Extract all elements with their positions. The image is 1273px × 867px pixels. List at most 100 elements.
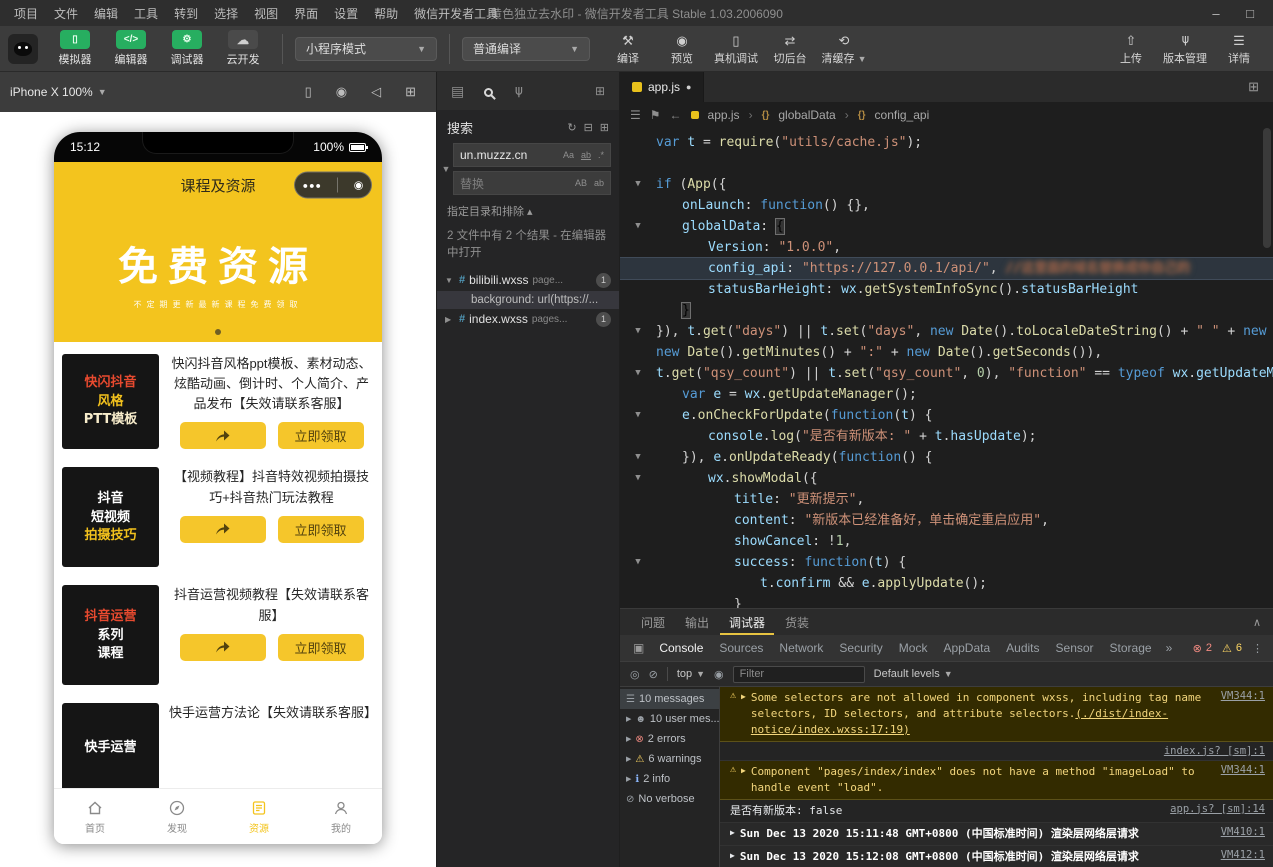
devtools-tab-storage[interactable]: Storage: [1102, 635, 1160, 661]
search-dirs-toggle[interactable]: 指定目录和排除 ▴: [437, 195, 619, 221]
fold-arrow-icon[interactable]: ▼: [620, 405, 656, 426]
code-line[interactable]: console.log("是否有新版本: " + t.hasUpdate);: [620, 426, 1273, 447]
switch-background-button[interactable]: ⇄ 切后台: [764, 32, 816, 66]
tab-discover[interactable]: 发现: [136, 789, 218, 844]
collapse-all-icon[interactable]: ⊟: [584, 121, 593, 134]
search-icon[interactable]: [484, 83, 494, 99]
record-icon[interactable]: ◎: [630, 668, 640, 681]
breadcrumb-file[interactable]: app.js: [708, 108, 740, 122]
debugger-button[interactable]: ⚙ 调试器: [160, 30, 214, 67]
menu-item[interactable]: 编辑: [86, 5, 126, 22]
code-line[interactable]: Version: "1.0.0",: [620, 237, 1273, 258]
chevron-down-icon[interactable]: ▼: [445, 276, 455, 285]
capsule-more-button[interactable]: ●●●: [303, 180, 322, 190]
rotate-device-icon[interactable]: ▯: [305, 84, 312, 100]
panel-tab-debugger[interactable]: 调试器: [720, 609, 774, 635]
source-link[interactable]: VM344:1: [1213, 764, 1265, 776]
menu-item[interactable]: 设置: [326, 5, 366, 22]
replace-input[interactable]: 替换 AB ab: [453, 171, 611, 195]
tab-profile[interactable]: 我的: [300, 789, 382, 844]
code-line[interactable]: ▼ e.onCheckForUpdate(function(t) {: [620, 405, 1273, 426]
code-line[interactable]: content: "新版本已经准备好，单击确定重启应用",: [620, 510, 1273, 531]
expander-icon[interactable]: ▶: [741, 690, 746, 701]
compile-button[interactable]: ⚒ 编译: [602, 32, 654, 66]
fold-arrow-icon[interactable]: ▼: [620, 174, 656, 195]
source-link[interactable]: app.js? [sm]:14: [1162, 803, 1265, 815]
code-line[interactable]: ▼}), t.get("days") || t.set("days", new …: [620, 321, 1273, 342]
preview-button[interactable]: ◉ 预览: [656, 32, 708, 66]
code-line[interactable]: ▼ t.get("qsy_count") || t.set("qsy_count"…: [620, 363, 1273, 384]
code-line[interactable]: config_api: "https://127.0.0.1/api/", //…: [620, 257, 1273, 280]
fold-arrow-icon[interactable]: ▼: [620, 321, 656, 342]
source-link[interactable]: index.js? [sm]:1: [1156, 745, 1265, 757]
fold-arrow-icon[interactable]: ▼: [620, 552, 656, 573]
preserve-case-icon[interactable]: AB: [573, 177, 589, 189]
share-button[interactable]: [179, 422, 266, 450]
sound-icon[interactable]: ◁: [371, 84, 381, 100]
editor-button[interactable]: </> 编辑器: [104, 30, 158, 67]
code-line[interactable]: showCancel: !1,: [620, 531, 1273, 552]
menu-item[interactable]: 视图: [246, 5, 286, 22]
menu-item[interactable]: 选择: [206, 5, 246, 22]
code-line[interactable]: }: [620, 594, 1273, 608]
code-editor[interactable]: var t = require("utils/cache.js"); ▼ if (A…: [620, 128, 1273, 608]
menu-item[interactable]: 转到: [166, 5, 206, 22]
console-warning[interactable]: ⚠ ▶ Component "pages/index/index" does n…: [720, 760, 1273, 800]
console-filter-user[interactable]: ▶ ☻ 10 user mes...: [620, 709, 719, 729]
outline-icon[interactable]: ☰: [630, 108, 641, 122]
expander-icon[interactable]: ▶: [730, 849, 735, 860]
split-editor-icon[interactable]: ⊞: [1234, 72, 1273, 102]
code-line[interactable]: statusBarHeight: wx.getSystemInfoSync().…: [620, 279, 1273, 300]
menu-item[interactable]: 项目: [6, 5, 46, 22]
tab-resources[interactable]: 资源: [218, 789, 300, 844]
console-filter-error[interactable]: ▶ ⊗ 2 errors: [620, 729, 719, 749]
code-line[interactable]: var e = wx.getUpdateManager();: [620, 384, 1273, 405]
course-card[interactable]: 快闪抖音 风格 PTT模板 快闪抖音风格ppt模板、素材动态、炫酷动画、倒计时、个人…: [62, 354, 374, 450]
code-line[interactable]: t.confirm && e.applyUpdate();: [620, 573, 1273, 594]
compile-mode-select[interactable]: 普通编译 ▼: [462, 36, 590, 61]
more-tabs-icon[interactable]: »: [1160, 641, 1179, 655]
share-button[interactable]: [179, 515, 266, 543]
panel-toggle-icon[interactable]: ⊞: [595, 84, 605, 98]
filter-input[interactable]: Filter: [732, 665, 865, 683]
clear-console-icon[interactable]: ⊘: [649, 668, 658, 681]
breadcrumb-symbol[interactable]: globalData: [778, 108, 835, 122]
code-line[interactable]: [620, 153, 1273, 174]
whole-word-icon[interactable]: ab: [579, 149, 593, 161]
console-filter-messages[interactable]: ☰ 10 messages: [620, 689, 719, 709]
console-log[interactable]: 是否有新版本: false app.js? [sm]:14: [720, 800, 1273, 823]
claim-button[interactable]: 立即领取: [277, 422, 364, 450]
code-line[interactable]: ▼ if (App({: [620, 174, 1273, 195]
menu-item[interactable]: 界面: [286, 5, 326, 22]
inspect-icon[interactable]: ▣: [626, 641, 651, 655]
panel-tab-output[interactable]: 输出: [676, 609, 718, 635]
expander-icon[interactable]: ▶: [626, 755, 631, 763]
collapse-panel-icon[interactable]: ∧: [1253, 616, 1261, 629]
log-levels-select[interactable]: Default levels ▼: [874, 668, 953, 680]
chevron-right-icon[interactable]: ▶: [445, 315, 455, 324]
course-card[interactable]: 快手运营 快手运营方法论【失效请联系客服】: [62, 703, 377, 792]
share-button[interactable]: [179, 633, 266, 661]
devtools-tab-sensor[interactable]: Sensor: [1048, 635, 1102, 661]
fold-arrow-icon[interactable]: ▼: [620, 363, 656, 384]
code-line[interactable]: }: [620, 300, 1273, 321]
fold-arrow-icon[interactable]: ▼: [620, 468, 656, 489]
code-line[interactable]: onLaunch: function() {},: [620, 195, 1273, 216]
search-match-line[interactable]: background: url(https://...: [437, 290, 619, 309]
match-case-icon[interactable]: Aa: [561, 149, 576, 161]
device-select[interactable]: iPhone X 100% ▼: [10, 85, 107, 99]
devtools-menu-icon[interactable]: ⋮: [1246, 642, 1263, 655]
course-card[interactable]: 抖音 短视频 拍摄技巧 【视频教程】抖音特效视频拍摄技巧+抖音热门玩法教程 立即领取: [62, 467, 374, 568]
back-icon[interactable]: ←: [670, 108, 682, 122]
console-filter-verbose[interactable]: ⊘ No verbose: [620, 789, 719, 809]
source-link[interactable]: VM412:1: [1213, 849, 1265, 861]
code-line[interactable]: ▼ wx.showModal({: [620, 468, 1273, 489]
fold-arrow-icon[interactable]: ▼: [620, 216, 656, 237]
expander-icon[interactable]: ▶: [730, 826, 735, 837]
search-input[interactable]: un.muzzz.cn Aa ab .*: [453, 143, 611, 167]
menu-item[interactable]: 帮助: [366, 5, 406, 22]
menu-item[interactable]: 文件: [46, 5, 86, 22]
fold-arrow-icon[interactable]: ▼: [620, 447, 656, 468]
eye-icon[interactable]: ◉: [714, 668, 724, 681]
console-warning[interactable]: ⚠ ▶ Some selectors are not allowed in co…: [720, 687, 1273, 742]
